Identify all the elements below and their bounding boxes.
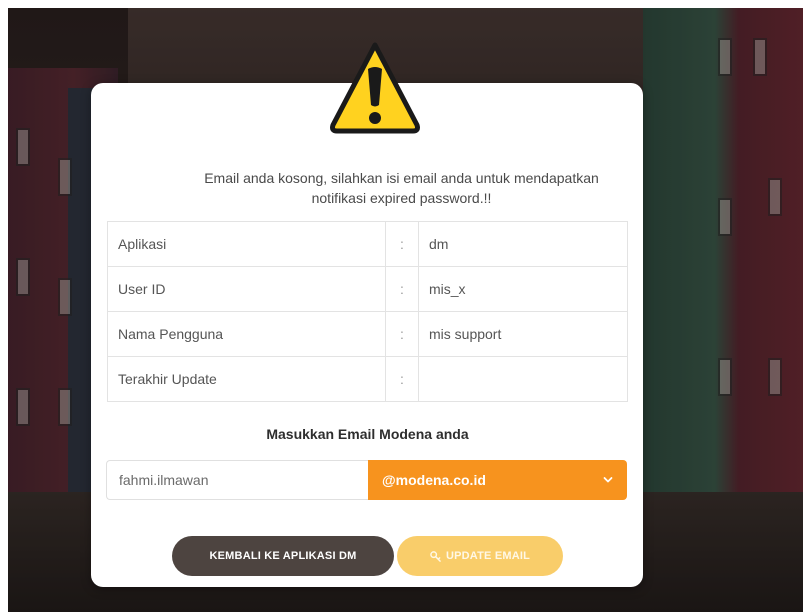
row-label: User ID xyxy=(107,266,386,312)
email-section-title: Masukkan Email Modena anda xyxy=(266,426,469,442)
chevron-down-icon xyxy=(603,477,613,483)
account-info-table: Aplikasi : dm User ID : mis_x Nama Pengg… xyxy=(107,221,628,402)
table-row-terakhir-update: Terakhir Update : xyxy=(107,356,628,402)
back-to-app-button[interactable]: KEMBALI KE APLIKASI DM xyxy=(172,536,394,576)
back-button-label: KEMBALI KE APLIKASI DM xyxy=(209,550,357,562)
row-label: Nama Pengguna xyxy=(107,311,386,357)
warning-triangle-icon xyxy=(330,42,420,134)
row-separator: : xyxy=(385,356,419,402)
row-value: dm xyxy=(418,221,628,267)
row-label: Aplikasi xyxy=(107,221,386,267)
message-line-1: Email anda kosong, silahkan isi email an… xyxy=(204,170,599,186)
row-separator: : xyxy=(385,311,419,357)
email-domain-select[interactable]: @modena.co.id xyxy=(368,460,627,500)
row-value: mis_x xyxy=(418,266,628,312)
email-username-input[interactable] xyxy=(106,460,368,500)
row-value: mis support xyxy=(418,311,628,357)
table-row-aplikasi: Aplikasi : dm xyxy=(107,221,628,267)
update-email-button[interactable]: UPDATE EMAIL xyxy=(397,536,563,576)
key-icon xyxy=(430,550,441,562)
row-label: Terakhir Update xyxy=(107,356,386,402)
email-input-group: @modena.co.id xyxy=(106,460,627,500)
row-separator: : xyxy=(385,221,419,267)
message-line-2: notifikasi expired password.!! xyxy=(311,190,492,206)
table-row-user-id: User ID : mis_x xyxy=(107,266,628,312)
page: Email anda kosong, silahkan isi email an… xyxy=(0,0,803,612)
table-row-nama-pengguna: Nama Pengguna : mis support xyxy=(107,311,628,357)
row-value xyxy=(418,356,628,402)
domain-selected-value: @modena.co.id xyxy=(382,472,486,488)
update-button-label: UPDATE EMAIL xyxy=(445,550,531,562)
row-separator: : xyxy=(385,266,419,312)
empty-email-message: Email anda kosong, silahkan isi email an… xyxy=(0,168,803,208)
